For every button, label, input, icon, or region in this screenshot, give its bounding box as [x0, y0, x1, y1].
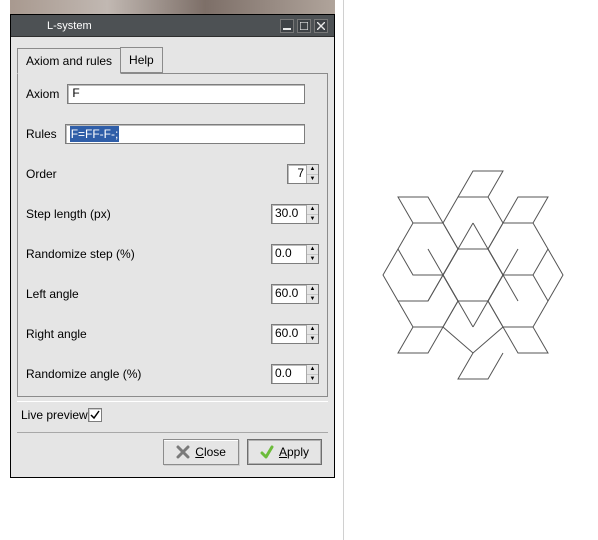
spin-up-icon[interactable]: ▲	[307, 365, 318, 375]
label-rand-angle: Randomize angle (%)	[26, 367, 141, 381]
left-angle-value: 60.0	[272, 285, 306, 303]
rand-step-value: 0.0	[272, 245, 306, 263]
rules-value: F=FF-F-;	[70, 126, 120, 142]
row-order: Order 7 ▲ ▼	[26, 164, 319, 184]
rules-input[interactable]: F=FF-F-;	[65, 124, 305, 144]
left-angle-input[interactable]: 60.0 ▲ ▼	[271, 284, 319, 304]
close-button[interactable]: Close	[163, 439, 239, 465]
rand-angle-input[interactable]: 0.0 ▲ ▼	[271, 364, 319, 384]
dialog-footer: Close Apply	[17, 432, 328, 471]
label-right-angle: Right angle	[26, 327, 87, 341]
row-live-preview: Live preview	[17, 402, 328, 432]
apply-button[interactable]: Apply	[247, 439, 322, 465]
row-left-angle: Left angle 60.0 ▲ ▼	[26, 284, 319, 304]
check-icon	[260, 445, 274, 459]
label-axiom: Axiom	[26, 87, 59, 101]
row-right-angle: Right angle 60.0 ▲ ▼	[26, 324, 319, 344]
spin-up-icon[interactable]: ▲	[307, 165, 318, 175]
row-axiom: Axiom F	[26, 84, 319, 104]
label-order: Order	[26, 167, 57, 181]
right-angle-value: 60.0	[272, 325, 306, 343]
axiom-value: F	[72, 86, 79, 100]
close-label-rest: lose	[204, 445, 226, 459]
label-live-preview: Live preview	[21, 408, 88, 422]
titlebar[interactable]: L-system	[11, 15, 334, 37]
window-title: L-system	[47, 20, 92, 32]
spin-up-icon[interactable]: ▲	[307, 285, 318, 295]
spin-down-icon[interactable]: ▼	[307, 255, 318, 264]
spin-down-icon[interactable]: ▼	[307, 335, 318, 344]
label-rules: Rules	[26, 127, 57, 141]
row-step-length: Step length (px) 30.0 ▲ ▼	[26, 204, 319, 224]
right-angle-input[interactable]: 60.0 ▲ ▼	[271, 324, 319, 344]
page-divider	[343, 0, 344, 540]
tabs: Axiom and rules Help	[17, 47, 328, 73]
apply-label-u: A	[279, 445, 287, 459]
tabpanel-axiom-and-rules: Axiom F Rules F=FF-F-; Order 7 ▲ ▼	[17, 73, 328, 397]
row-rand-step: Randomize step (%) 0.0 ▲ ▼	[26, 244, 319, 264]
close-icon[interactable]	[314, 19, 328, 33]
rand-angle-value: 0.0	[272, 365, 306, 383]
order-value: 7	[288, 165, 306, 183]
spin-up-icon[interactable]: ▲	[307, 325, 318, 335]
maximize-icon[interactable]	[297, 19, 311, 33]
axiom-input[interactable]: F	[67, 84, 305, 104]
tab-help[interactable]: Help	[120, 47, 163, 73]
window-body: Axiom and rules Help Axiom F Rules F=FF-…	[11, 37, 334, 477]
live-preview-checkbox[interactable]	[88, 408, 102, 422]
spin-down-icon[interactable]: ▼	[307, 295, 318, 304]
spin-up-icon[interactable]: ▲	[307, 245, 318, 255]
lsystem-preview	[378, 140, 568, 410]
row-rules: Rules F=FF-F-;	[26, 124, 319, 144]
spin-down-icon[interactable]: ▼	[307, 215, 318, 224]
minimize-icon[interactable]	[280, 19, 294, 33]
step-length-value: 30.0	[272, 205, 306, 223]
order-input[interactable]: 7 ▲ ▼	[287, 164, 319, 184]
label-step-length: Step length (px)	[26, 207, 111, 221]
spin-down-icon[interactable]: ▼	[307, 375, 318, 384]
spin-up-icon[interactable]: ▲	[307, 205, 318, 215]
row-rand-angle: Randomize angle (%) 0.0 ▲ ▼	[26, 364, 319, 384]
rand-step-input[interactable]: 0.0 ▲ ▼	[271, 244, 319, 264]
apply-label-rest: pply	[287, 445, 309, 459]
lsystem-dialog: L-system Axiom and rules Help Axiom F	[10, 14, 335, 478]
spin-down-icon[interactable]: ▼	[307, 175, 318, 184]
tab-axiom-and-rules[interactable]: Axiom and rules	[17, 48, 121, 74]
label-rand-step: Randomize step (%)	[26, 247, 135, 261]
tab-label: Axiom and rules	[26, 54, 112, 68]
titlebar-backdrop	[10, 0, 335, 14]
step-length-input[interactable]: 30.0 ▲ ▼	[271, 204, 319, 224]
tab-label: Help	[129, 53, 154, 67]
close-x-icon	[176, 445, 190, 459]
close-label-u: C	[195, 445, 204, 459]
label-left-angle: Left angle	[26, 287, 79, 301]
